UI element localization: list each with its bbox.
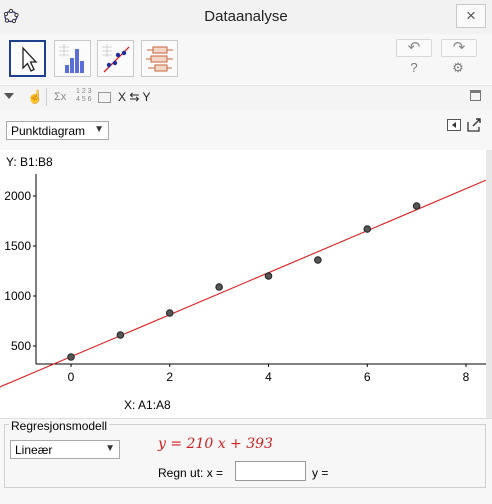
y-result-label: y = bbox=[312, 466, 329, 480]
hand-icon[interactable]: ☝ bbox=[27, 89, 43, 105]
undo-button[interactable]: ↶ bbox=[396, 39, 432, 57]
y-tick-label: 1000 bbox=[4, 289, 31, 303]
collapse-triangle-icon[interactable] bbox=[4, 93, 14, 101]
statistics-sigma-button[interactable]: Σx bbox=[54, 91, 66, 103]
move-tool-button[interactable] bbox=[9, 40, 46, 77]
x-tick-label: 0 bbox=[68, 370, 75, 384]
close-button[interactable]: × bbox=[456, 4, 486, 28]
x-tick-label: 6 bbox=[364, 370, 371, 384]
data-point bbox=[165, 309, 174, 317]
panel-border bbox=[486, 150, 492, 418]
separator bbox=[46, 88, 47, 106]
data-point bbox=[215, 283, 223, 291]
boxplot-icon bbox=[146, 46, 173, 72]
toggle-table-icon[interactable] bbox=[447, 119, 461, 131]
x-value-input[interactable] bbox=[235, 461, 306, 481]
dock-icon[interactable] bbox=[470, 90, 481, 101]
one-variable-tool-button[interactable] bbox=[54, 40, 91, 77]
chevron-down-icon: ▼ bbox=[105, 443, 115, 454]
y-tick-label: 1500 bbox=[4, 239, 31, 253]
regression-equation: y = 210 x + 393 bbox=[158, 436, 273, 452]
settings-gear-icon[interactable]: ⚙ bbox=[448, 60, 468, 76]
x-tick-label: 8 bbox=[463, 370, 470, 384]
window-title: Dataanalyse bbox=[204, 8, 288, 25]
y-tick-label: 2000 bbox=[4, 189, 31, 203]
regression-heading: Regresjonsmodell bbox=[9, 419, 110, 433]
style-bar: ☝ Σx 1 2 3 4 5 6 X ⇆ Y bbox=[0, 85, 492, 111]
data-point bbox=[264, 272, 273, 280]
help-button[interactable]: ? bbox=[404, 60, 424, 75]
export-icon[interactable] bbox=[467, 118, 482, 132]
evaluate-label: Regn ut: x = bbox=[158, 466, 224, 480]
regression-model-select[interactable]: Lineær ▼ bbox=[10, 440, 120, 459]
data-point bbox=[314, 256, 322, 264]
scatter-regression-icon bbox=[102, 44, 130, 73]
plot-type-select[interactable]: Punktdiagram ▼ bbox=[6, 121, 109, 140]
swap-xy-button[interactable]: X ⇆ Y bbox=[118, 90, 151, 104]
data-table-button[interactable]: 1 2 3 4 5 6 bbox=[76, 88, 92, 104]
x-source-label: X: A1:A8 bbox=[124, 398, 171, 412]
x-tick-label: 4 bbox=[265, 370, 272, 384]
cursor-arrow-icon bbox=[22, 46, 38, 72]
redo-button[interactable]: ↷ bbox=[441, 39, 477, 57]
y-tick-label: 500 bbox=[11, 339, 31, 353]
two-variable-tool-button[interactable] bbox=[97, 40, 134, 77]
data-point bbox=[116, 331, 125, 339]
regression-model-value: Lineær bbox=[15, 443, 53, 457]
layout-icon[interactable] bbox=[98, 92, 111, 103]
data-point bbox=[412, 202, 421, 210]
plot-type-value: Punktdiagram bbox=[11, 124, 86, 138]
histogram-icon bbox=[59, 44, 84, 73]
data-point bbox=[67, 353, 75, 361]
data-point bbox=[363, 225, 372, 233]
multi-variable-tool-button[interactable] bbox=[141, 40, 178, 77]
chevron-down-icon: ▼ bbox=[94, 124, 104, 135]
x-tick-label: 2 bbox=[166, 370, 173, 384]
y-source-label: Y: B1:B8 bbox=[6, 155, 53, 169]
plot-options-bar: Punktdiagram ▼ bbox=[0, 110, 492, 150]
scatter-plot[interactable]: 500 1000 1500 2000 0 2 4 6 8 bbox=[0, 150, 486, 418]
toolbar: ↶ ↷ ? ⚙ bbox=[0, 34, 492, 84]
